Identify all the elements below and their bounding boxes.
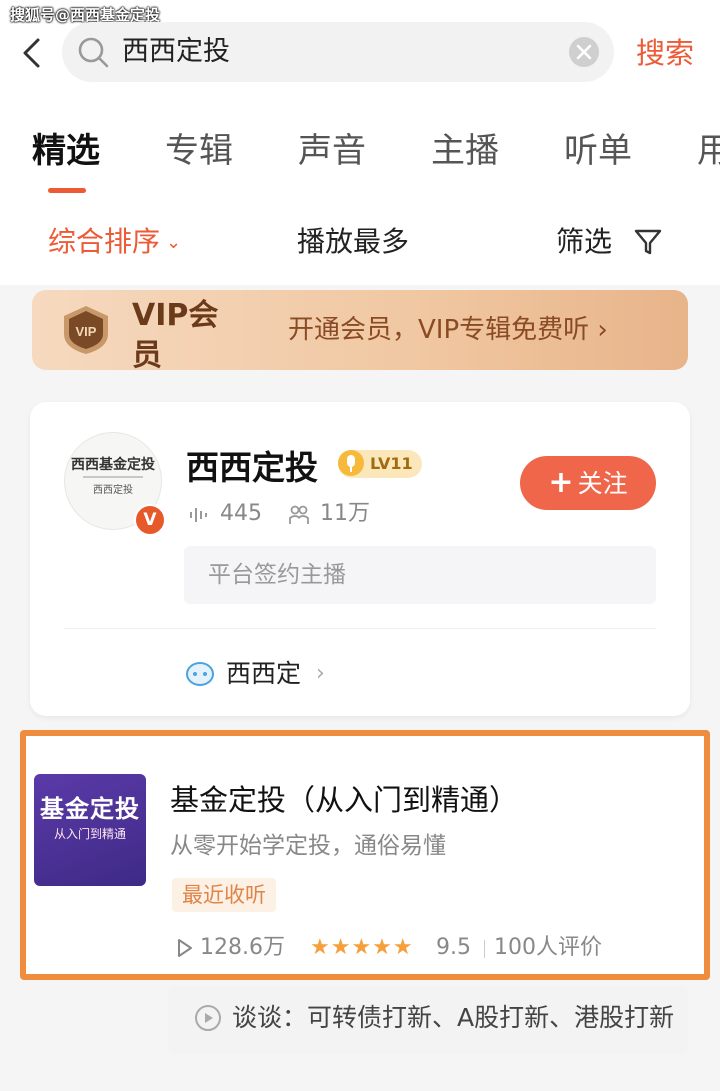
album-description: 从零开始学定投，通俗易懂 (170, 833, 446, 859)
verified-badge: V (134, 504, 166, 536)
anchor-name[interactable]: 西西定投 (186, 446, 318, 490)
album-title[interactable]: 基金定投（从入门到精通） (170, 780, 518, 820)
follow-label: 关注 (577, 469, 628, 498)
track-row[interactable]: 谈谈：可转债打新、A股打新、港股打新 (168, 986, 688, 1054)
chevron-right-icon: › (316, 661, 325, 686)
tab-playlists[interactable]: 听单 (564, 128, 632, 174)
track-title: 谈谈：可转债打新、A股打新、港股打新 (232, 1003, 675, 1032)
vip-title: VIP会员 (132, 298, 219, 370)
active-tab-indicator (48, 188, 86, 193)
vip-badge-icon: VIP (64, 306, 108, 354)
filter-button[interactable]: 筛选 (556, 222, 612, 262)
play-icon (178, 939, 192, 957)
vip-description-text: 开通会员，VIP专辑免费听 (288, 315, 590, 345)
svg-text:西西基金定投: 西西基金定投 (71, 456, 155, 473)
search-input[interactable]: 西西定投 (122, 34, 230, 70)
sort-most-played[interactable]: 播放最多 (297, 222, 409, 262)
svg-text:西西定投: 西西定投 (93, 483, 133, 496)
microphone-icon (338, 450, 364, 476)
tab-albums[interactable]: 专辑 (165, 128, 233, 174)
tab-featured[interactable]: 精选 (32, 128, 100, 174)
tab-anchors[interactable]: 主播 (431, 128, 499, 174)
tab-users[interactable]: 用 (697, 128, 720, 174)
soundwave-icon (190, 508, 207, 522)
album-card[interactable]: 基金定投 从入门到精通 基金定投（从入门到精通） 从零开始学定投，通俗易懂 最近… (20, 730, 710, 980)
cover-title: 基金定投 (40, 794, 140, 823)
sort-comprehensive-label: 综合排序 (48, 225, 161, 258)
play-circle-icon (195, 1005, 221, 1031)
followers-icon (289, 505, 309, 524)
anchor-card[interactable]: 西西基金定投 西西定投 V 西西定投 LV11 445 11万 + 关注 平台签约… (30, 402, 690, 716)
sort-comprehensive[interactable]: 综合排序 ⌄ (48, 222, 181, 263)
clear-icon[interactable] (568, 36, 600, 68)
follow-button[interactable]: + 关注 (520, 456, 656, 510)
tab-bar: 精选 专辑 声音 主播 听单 用 (0, 120, 720, 190)
search-button[interactable]: 搜索 (636, 34, 694, 72)
chatbot-icon (186, 662, 214, 686)
search-icon (78, 37, 109, 68)
follower-count: 11万 (320, 501, 370, 526)
chevron-down-icon: ⌄ (166, 232, 182, 253)
back-arrow-icon[interactable] (16, 36, 50, 70)
level-text: LV11 (370, 454, 413, 473)
vip-description: 开通会员，VIP专辑免费听 › (288, 312, 608, 348)
review-count: 100人评价 (494, 935, 602, 960)
search-bar[interactable]: 西西定投 (62, 22, 614, 82)
play-count: 128.6万 (200, 935, 285, 960)
tab-sounds[interactable]: 声音 (298, 128, 366, 174)
chevron-right-icon: › (597, 315, 608, 345)
divider (64, 628, 656, 629)
bot-name[interactable]: 西西定 (226, 656, 301, 692)
divider (484, 940, 485, 958)
level-badge: LV11 (338, 450, 422, 478)
rating-score: 9.5 (436, 935, 471, 960)
recent-tag: 最近收听 (172, 878, 276, 912)
anchor-tag: 平台签约主播 (184, 546, 656, 604)
svg-text:VIP: VIP (76, 324, 97, 339)
plus-icon: + (548, 465, 574, 500)
track-count: 445 (220, 501, 262, 526)
vip-banner[interactable]: VIP VIP会员 开通会员，VIP专辑免费听 › (32, 290, 688, 370)
album-cover[interactable]: 基金定投 从入门到精通 (34, 774, 146, 886)
cover-subtitle: 从入门到精通 (53, 827, 126, 841)
star-rating: ★★★★★ (310, 935, 414, 960)
filter-icon[interactable] (632, 226, 664, 258)
